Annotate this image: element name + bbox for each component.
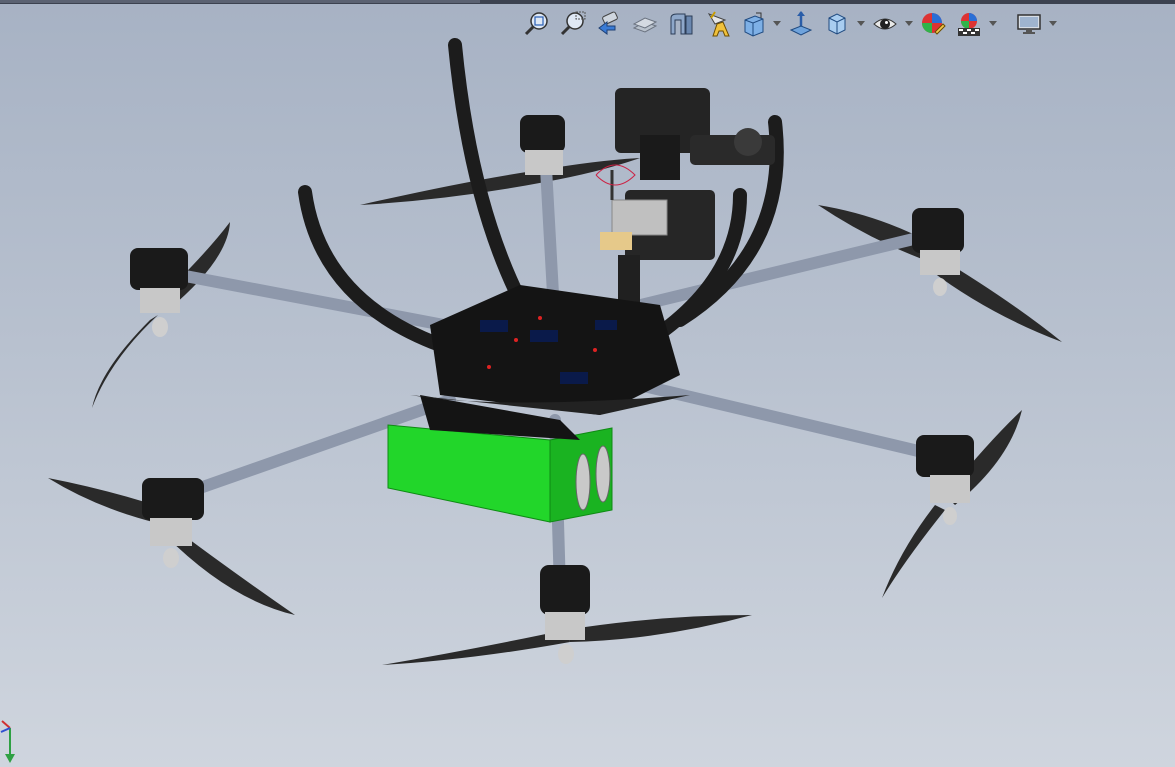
- motor-1: [520, 115, 565, 175]
- motor-2: [130, 248, 188, 337]
- graphics-viewport[interactable]: [0, 0, 1175, 767]
- hexacopter-model[interactable]: [48, 38, 1062, 665]
- reference-triad-icon: [0, 720, 15, 763]
- motor-6: [540, 565, 590, 664]
- motor-5: [916, 435, 974, 525]
